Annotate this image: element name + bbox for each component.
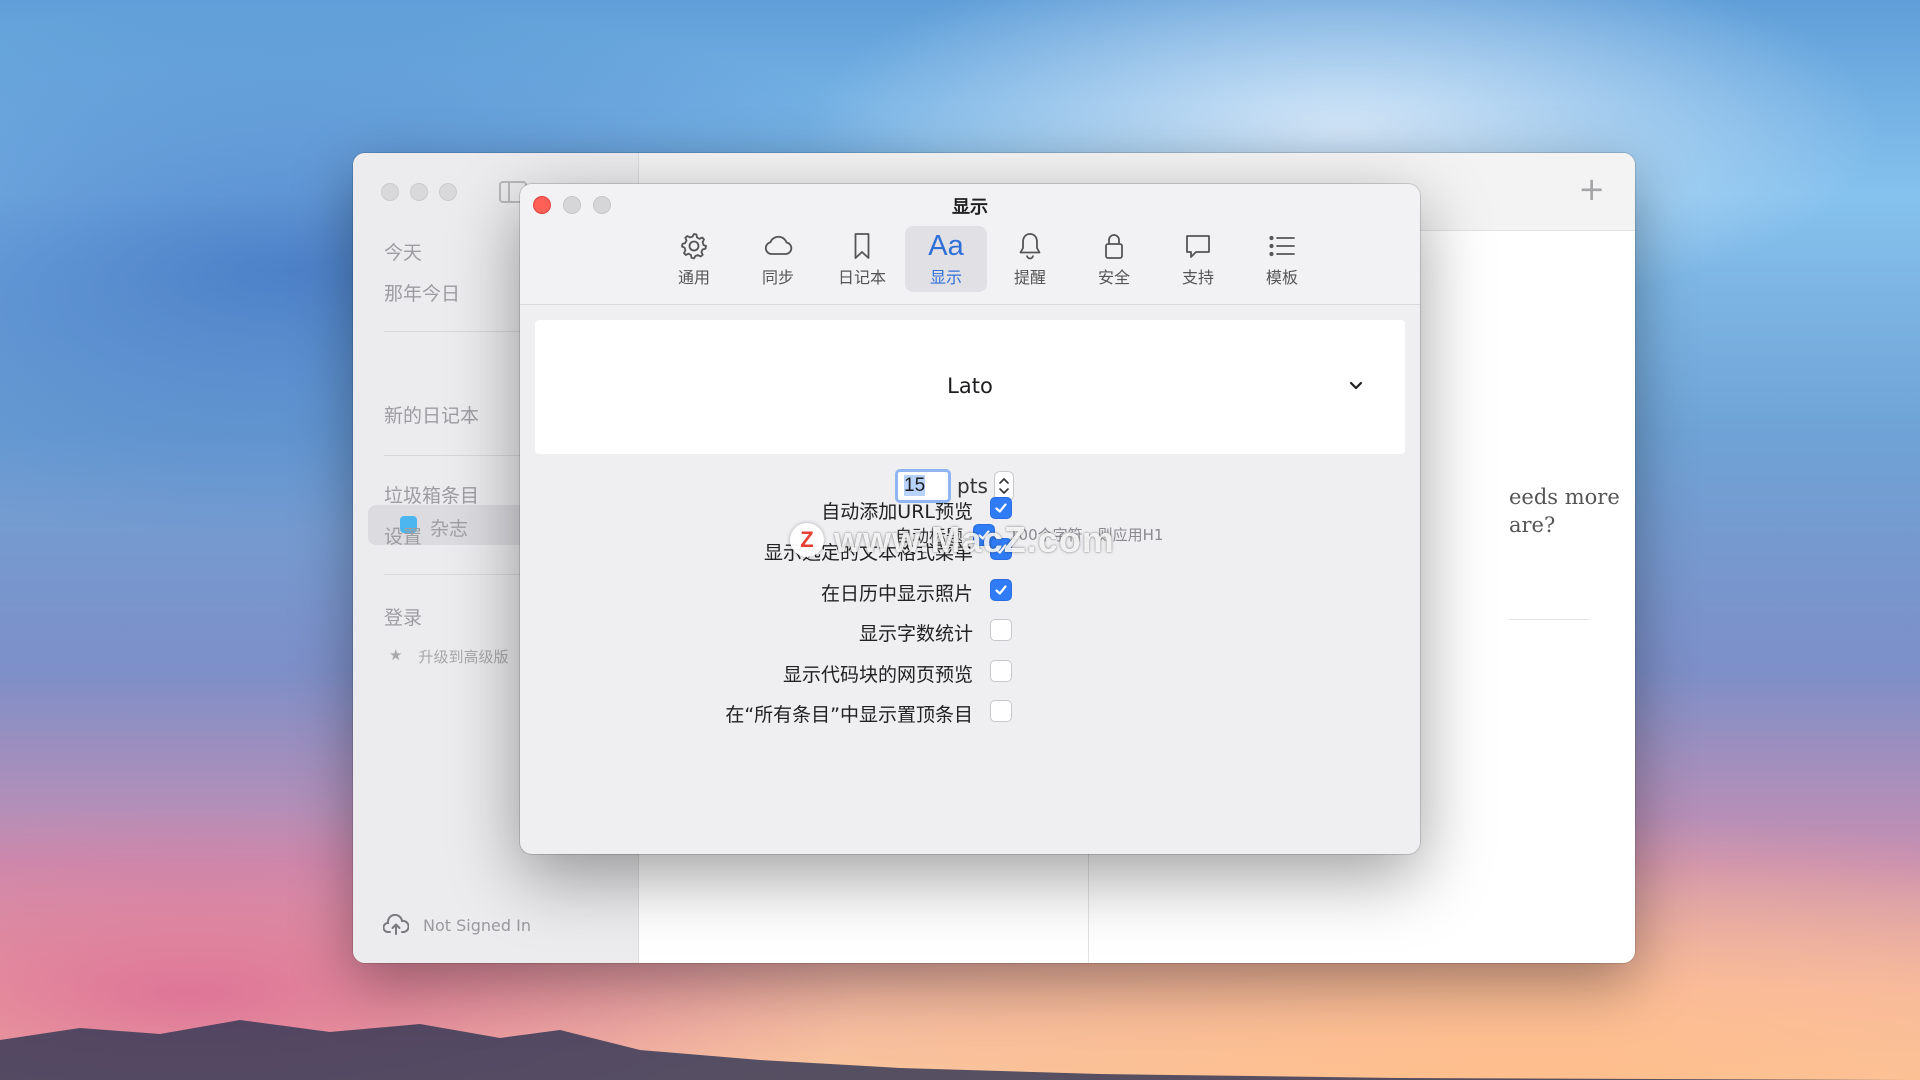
option-checkbox[interactable]: [990, 497, 1012, 519]
gear-icon: [677, 230, 711, 262]
bookmark-icon: [845, 230, 879, 262]
tab-label: 通用: [677, 268, 710, 287]
add-entry-icon[interactable]: +: [1578, 173, 1605, 205]
option-label: 显示字数统计: [858, 623, 973, 645]
sidebar-divider: [384, 455, 524, 456]
sync-status[interactable]: Not Signed In: [383, 914, 531, 936]
sidebar-item-new-journal[interactable]: 新的日记本: [384, 401, 479, 428]
writing-prompt-line: eeds more: [1509, 485, 1620, 509]
window-title: 显示: [952, 197, 988, 218]
tab-label: 支持: [1181, 268, 1214, 287]
option-checkbox[interactable]: [990, 700, 1012, 722]
font-selector[interactable]: Lato: [535, 320, 1405, 454]
editor-divider: [1509, 619, 1589, 620]
tab-label: 显示: [929, 268, 962, 287]
sidebar-item-login[interactable]: 登录: [384, 603, 422, 630]
tab-label: 模板: [1265, 268, 1298, 287]
option-label: 显示代码块的网页预览: [782, 664, 973, 686]
option-code-preview: 显示代码块的网页预览: [520, 658, 1420, 686]
tab-label: 安全: [1097, 268, 1130, 287]
preferences-tabs: 通用 同步 日记本 Aa 显示 提醒 安全 支持 模板: [653, 226, 1323, 292]
zoom-window-button[interactable]: [439, 183, 457, 201]
sidebar-divider: [384, 574, 524, 575]
tab-label: 日记本: [837, 268, 886, 287]
option-calendar-photos: 在日历中显示照片: [520, 577, 1420, 605]
bell-icon: [1013, 230, 1047, 262]
cloud-upload-icon: [383, 914, 409, 935]
font-size-value: 15: [904, 475, 926, 496]
option-checkbox[interactable]: [990, 579, 1012, 601]
lock-icon: [1097, 230, 1131, 262]
star-icon: ★: [389, 646, 403, 664]
watermark-logo: Z: [790, 523, 824, 557]
tab-journals[interactable]: 日记本: [821, 226, 903, 292]
writing-prompt-line: are?: [1509, 513, 1556, 537]
tab-display[interactable]: Aa 显示: [905, 226, 987, 292]
option-label: 在“所有条目”中显示置顶条目: [725, 704, 973, 726]
chat-bubble-icon: [1181, 230, 1215, 262]
tab-templates[interactable]: 模板: [1241, 226, 1323, 292]
minimize-window-button[interactable]: [410, 183, 428, 201]
sync-status-label: Not Signed In: [423, 915, 531, 935]
list-icon: [1265, 230, 1299, 262]
tab-label: 提醒: [1013, 268, 1046, 287]
close-window-button[interactable]: [381, 183, 399, 201]
sidebar-divider: [384, 331, 524, 332]
tab-support[interactable]: 支持: [1157, 226, 1239, 292]
preferences-toolbar: 显示 通用 同步 日记本 Aa 显示 提醒 安全 支持 模板: [520, 184, 1420, 305]
upgrade-label: 升级到高级版: [418, 648, 509, 666]
chevron-down-icon: [1349, 381, 1363, 390]
sidebar-item-trash[interactable]: 垃圾箱条目: [384, 481, 479, 508]
tab-security[interactable]: 安全: [1073, 226, 1155, 292]
text-aa-icon: Aa: [928, 230, 964, 262]
tab-label: 同步: [761, 268, 794, 287]
tab-general[interactable]: 通用: [653, 226, 735, 292]
sidebar-item-today[interactable]: 今天: [384, 238, 422, 265]
cloud-icon: [761, 230, 795, 262]
sidebar-item-settings[interactable]: 设置: [384, 522, 422, 549]
sidebar-item-on-this-day[interactable]: 那年今日: [384, 279, 460, 306]
option-word-count: 显示字数统计: [520, 617, 1420, 645]
option-pinned-entries: 在“所有条目”中显示置顶条目: [520, 698, 1420, 726]
upgrade-link[interactable]: ★ 升级到高级版: [389, 646, 508, 667]
tab-sync[interactable]: 同步: [737, 226, 819, 292]
selected-font-name: Lato: [947, 374, 993, 398]
sidebar-item-label: 杂志: [430, 518, 469, 540]
watermark-text: www.MacZ.com: [834, 519, 1115, 560]
tab-reminders[interactable]: 提醒: [989, 226, 1071, 292]
option-checkbox[interactable]: [990, 660, 1012, 682]
watermark: Z www.MacZ.com: [790, 519, 1115, 561]
mountain-silhouette: [0, 1020, 1920, 1080]
window-controls: [381, 183, 457, 201]
option-checkbox[interactable]: [990, 619, 1012, 641]
option-label: 在日历中显示照片: [820, 583, 973, 605]
writing-prompt[interactable]: eeds more are?: [1509, 483, 1620, 539]
aa-glyph: Aa: [928, 230, 964, 262]
